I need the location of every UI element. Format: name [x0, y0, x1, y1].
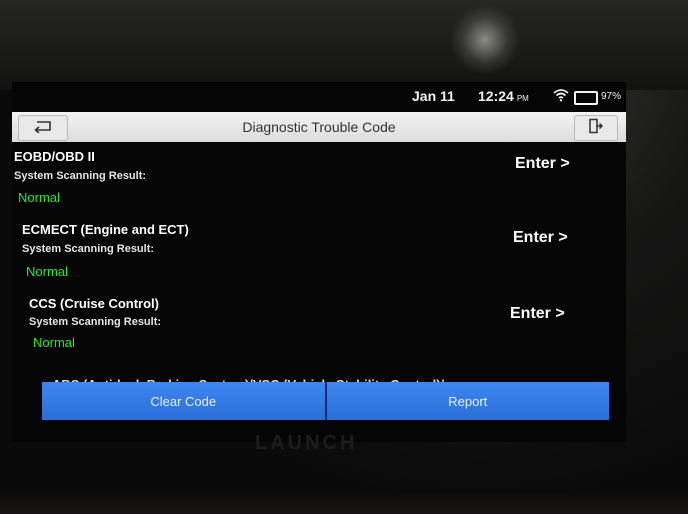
page-title: Diagnostic Trouble Code: [242, 119, 396, 135]
device-screen: Jan 11 12:24 PM 97% Diagnostic Trouble C…: [12, 82, 626, 442]
status-bar: Jan 11 12:24 PM 97%: [12, 82, 626, 110]
device-bottom-edge: [0, 490, 688, 514]
system-scan-result: Normal: [33, 335, 75, 350]
system-name: EOBD/OBD II: [14, 149, 95, 164]
title-bar: Diagnostic Trouble Code: [12, 112, 626, 142]
enter-button[interactable]: Enter >: [510, 305, 565, 323]
device-bezel: [0, 0, 688, 90]
status-ampm: PM: [516, 94, 529, 103]
system-name: CCS (Cruise Control): [29, 296, 159, 311]
action-bar: Clear Code Report: [42, 382, 609, 420]
enter-button[interactable]: Enter >: [515, 155, 570, 173]
device-photo: Jan 11 12:24 PM 97% Diagnostic Trouble C…: [0, 0, 688, 514]
device-logo: LAUNCH: [255, 432, 358, 454]
back-arrow-icon: [32, 119, 54, 138]
exit-button[interactable]: [574, 115, 618, 141]
system-scan-label: System Scanning Result:: [29, 316, 162, 328]
clear-code-button[interactable]: Clear Code: [42, 382, 325, 420]
light-glare: [450, 5, 520, 75]
wifi-icon: [553, 88, 569, 105]
back-button[interactable]: [18, 115, 68, 141]
system-scan-result: Normal: [26, 264, 68, 279]
status-time: 12:24 PM: [478, 88, 529, 104]
battery-icon: [574, 91, 598, 105]
list-item[interactable]: ECMECT (Engine and ECT) System Scanning …: [12, 222, 626, 292]
system-name: ECMECT (Engine and ECT): [22, 222, 189, 237]
report-button[interactable]: Report: [326, 382, 609, 420]
list-item[interactable]: CCS (Cruise Control) System Scanning Res…: [12, 296, 626, 366]
battery-percent: 97%: [601, 91, 622, 102]
system-scan-label: System Scanning Result:: [14, 170, 147, 182]
list-item[interactable]: EOBD/OBD II System Scanning Result: Norm…: [12, 146, 626, 216]
system-scan-label: System Scanning Result:: [22, 243, 155, 255]
exit-icon: [588, 118, 604, 139]
system-scan-result: Normal: [18, 190, 60, 205]
status-date: Jan 11: [412, 88, 455, 104]
enter-button[interactable]: Enter >: [513, 229, 568, 247]
